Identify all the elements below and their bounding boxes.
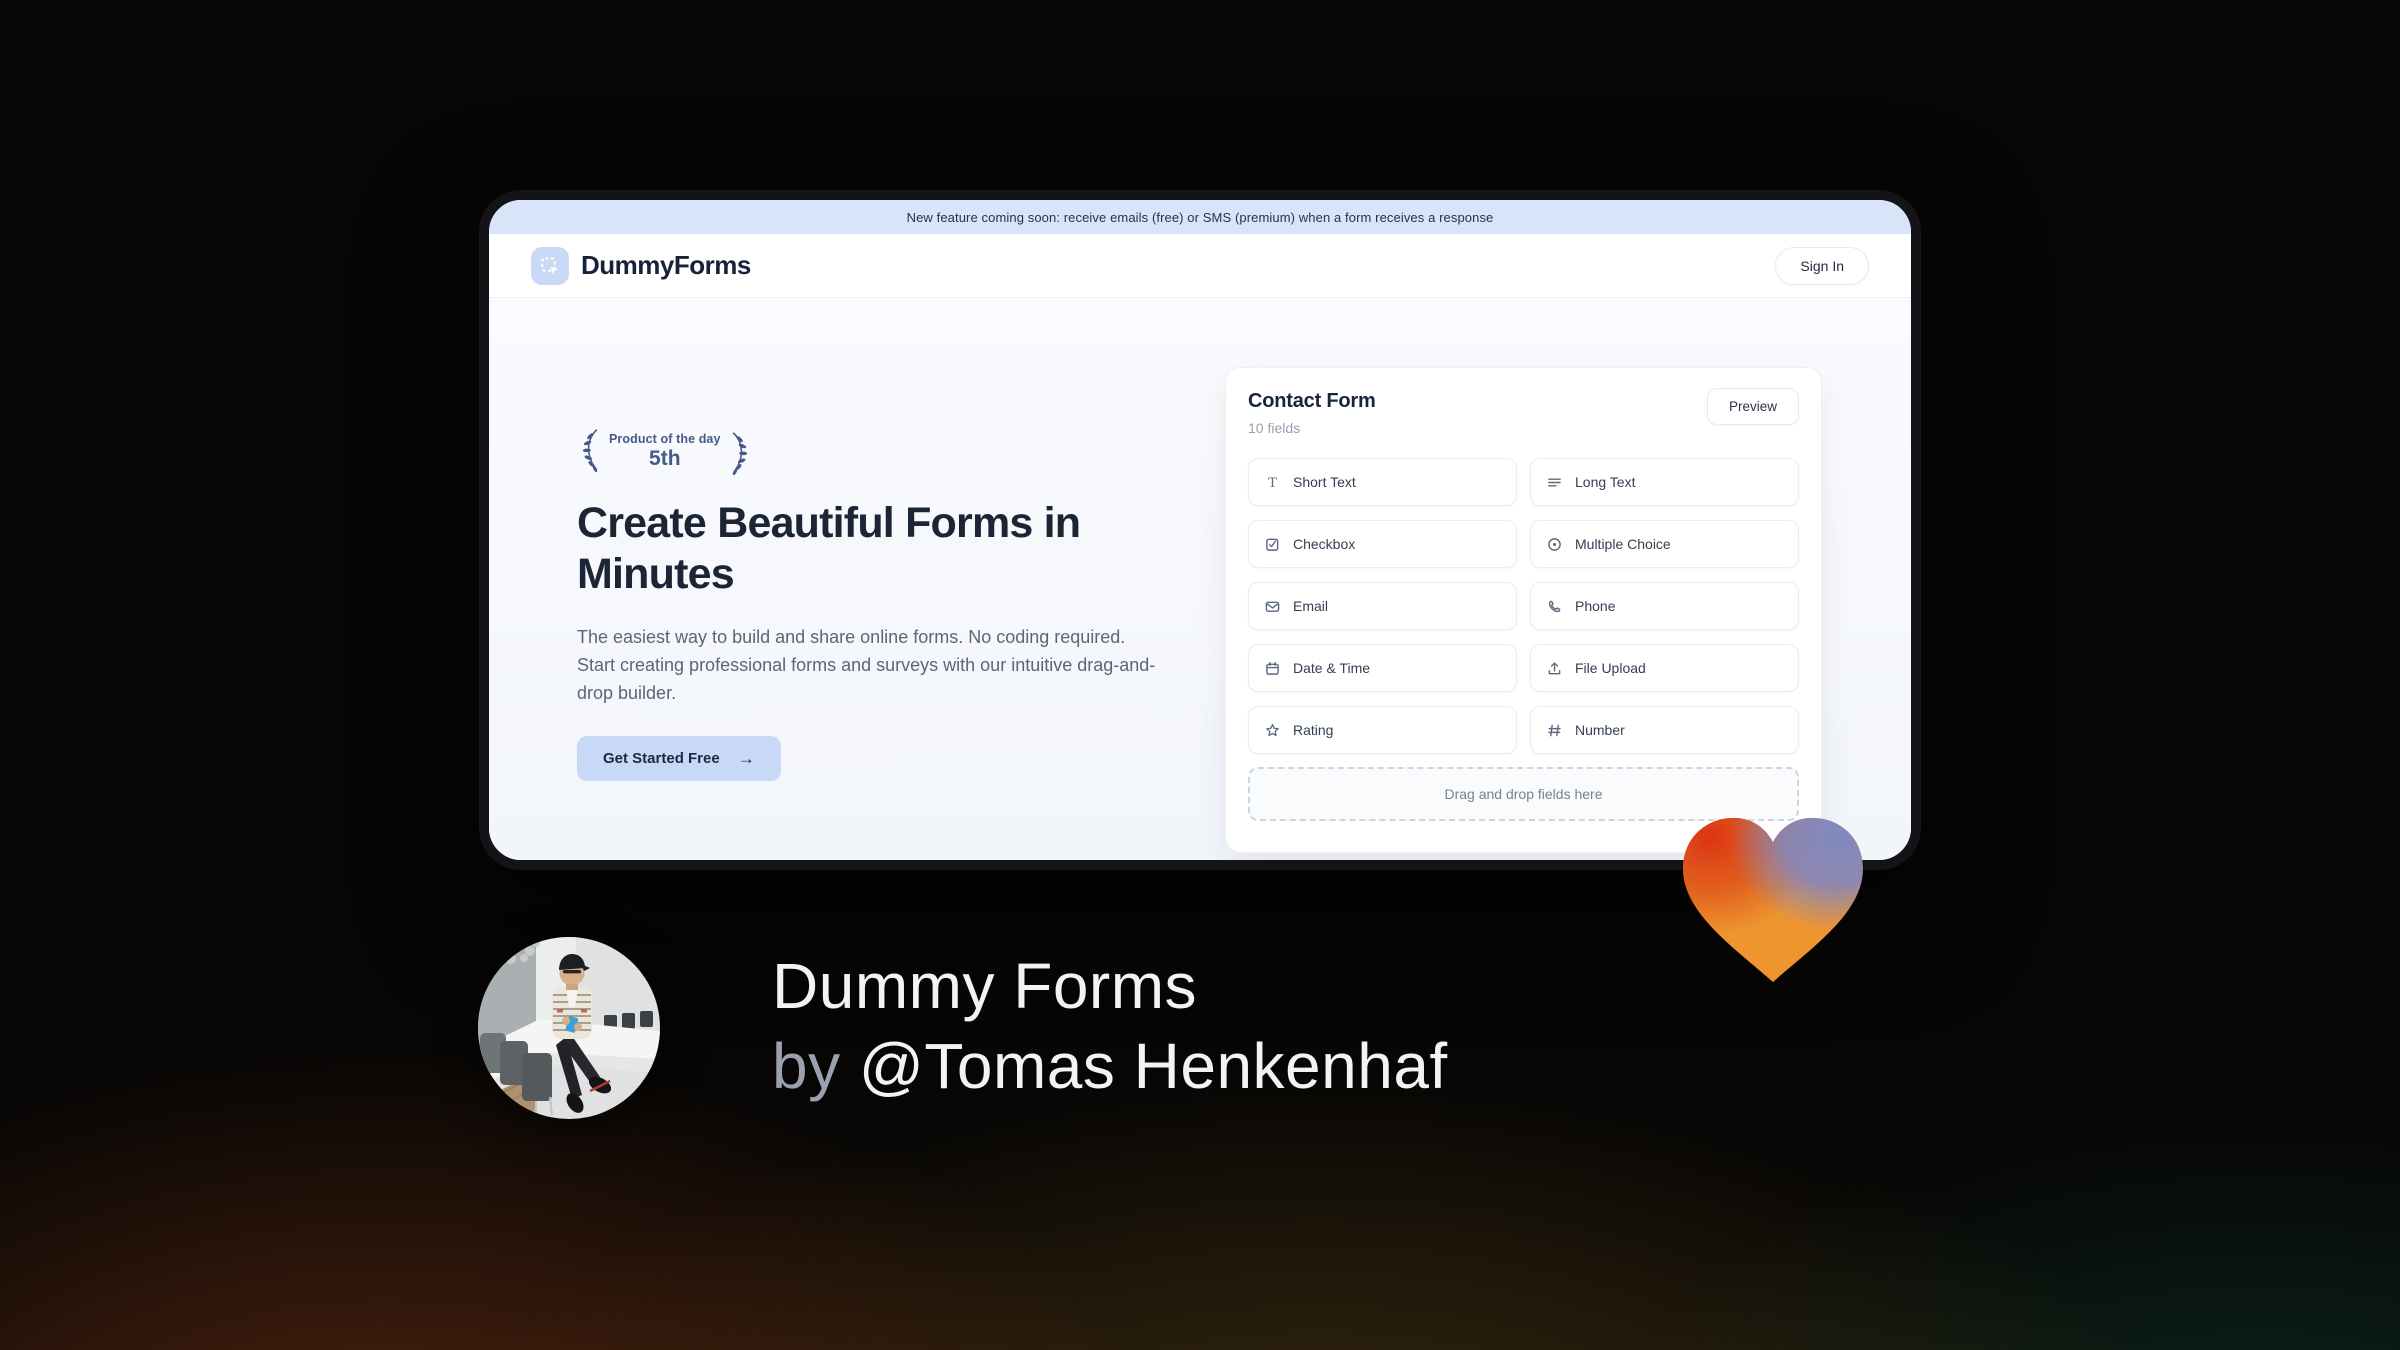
potd-rank: 5th: [649, 447, 681, 470]
field-type-checkbox[interactable]: Checkbox: [1248, 520, 1517, 568]
svg-text:T: T: [1268, 476, 1277, 490]
hash-icon: [1546, 723, 1563, 738]
field-label: Checkbox: [1293, 536, 1356, 552]
field-type-phone[interactable]: Phone: [1530, 582, 1799, 630]
preview-button[interactable]: Preview: [1706, 388, 1799, 425]
field-type-long-text[interactable]: Long Text: [1530, 458, 1799, 506]
field-type-short-text[interactable]: T Short Text: [1248, 458, 1517, 506]
app-header: DummyForms Sign In: [489, 234, 1911, 298]
get-started-label: Get Started Free: [603, 750, 720, 767]
announcement-banner: New feature coming soon: receive emails …: [489, 200, 1911, 234]
product-of-the-day-badge: Product of the day 5th: [577, 426, 753, 477]
calendar-icon: [1264, 661, 1281, 676]
phone-icon: [1546, 599, 1563, 614]
browser-window: New feature coming soon: receive emails …: [479, 190, 1921, 870]
field-type-date-time[interactable]: Date & Time: [1248, 644, 1517, 692]
maker-avatar: [478, 937, 660, 1119]
star-icon: [1264, 723, 1281, 738]
field-label: File Upload: [1575, 660, 1646, 676]
field-type-multiple-choice[interactable]: Multiple Choice: [1530, 520, 1799, 568]
caption-byline: by @Tomas Henkenhaf: [772, 1026, 1448, 1106]
field-label: Phone: [1575, 598, 1616, 614]
caption-title: Dummy Forms: [772, 950, 1198, 1022]
laurel-left-icon: [577, 426, 601, 477]
brand-logo[interactable]: DummyForms: [531, 246, 751, 285]
laurel-right-icon: [729, 429, 753, 475]
drop-zone-text: Drag and drop fields here: [1444, 786, 1603, 802]
field-type-number[interactable]: Number: [1530, 706, 1799, 754]
field-label: Multiple Choice: [1575, 536, 1671, 552]
multiple-choice-icon: [1546, 537, 1563, 552]
announcement-text: New feature coming soon: receive emails …: [906, 209, 1494, 225]
checkbox-icon: [1264, 537, 1281, 552]
gradient-heart-icon: [1675, 810, 1871, 989]
field-label: Email: [1293, 598, 1329, 614]
upload-icon: [1546, 661, 1563, 676]
field-type-rating[interactable]: Rating: [1248, 706, 1517, 754]
field-label: Date & Time: [1293, 660, 1371, 676]
caption-block: Dummy Forms by @Tomas Henkenhaf: [772, 946, 1448, 1106]
hero-section: Product of the day 5th Create Beautiful …: [489, 298, 1911, 860]
field-label: Rating: [1293, 722, 1334, 738]
hero-description: The easiest way to build and share onlin…: [577, 627, 1156, 703]
field-type-grid: T Short Text Long Text Checkbox Multiple…: [1248, 458, 1799, 754]
sign-in-button[interactable]: Sign In: [1775, 246, 1869, 285]
byline-handle: @Tomas Henkenhaf: [858, 1030, 1448, 1102]
short-text-icon: T: [1264, 475, 1281, 490]
potd-label: Product of the day: [609, 432, 721, 446]
form-builder-card: Contact Form 10 fields Preview T Short T…: [1225, 367, 1822, 853]
field-type-file-upload[interactable]: File Upload: [1530, 644, 1799, 692]
field-type-email[interactable]: Email: [1248, 582, 1517, 630]
field-label: Short Text: [1293, 474, 1356, 490]
email-icon: [1264, 599, 1281, 614]
byline-prefix: by: [772, 1030, 859, 1102]
brand-name: DummyForms: [581, 250, 751, 280]
dashed-select-cursor-icon: [531, 246, 569, 285]
arrow-right-icon: →: [737, 748, 755, 768]
get-started-button[interactable]: Get Started Free →: [577, 736, 781, 781]
field-label: Long Text: [1575, 474, 1636, 490]
hero-title: Create Beautiful Forms in Minutes: [577, 499, 1081, 598]
field-label: Number: [1575, 722, 1625, 738]
long-text-icon: [1546, 475, 1563, 490]
